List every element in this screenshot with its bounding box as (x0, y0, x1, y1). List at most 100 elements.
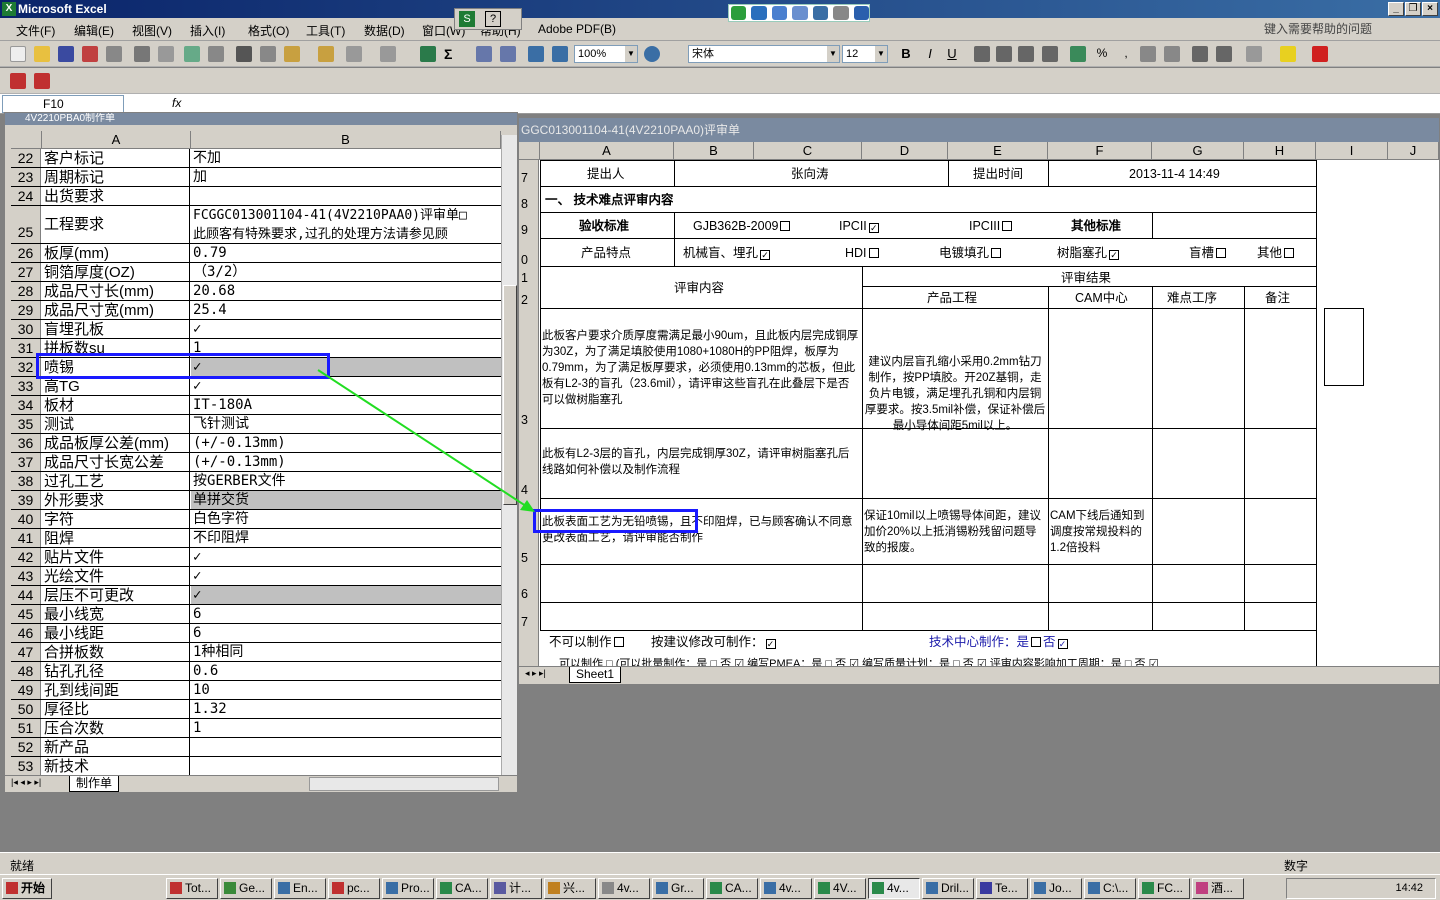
taskbar-item[interactable]: CA... (436, 878, 488, 899)
cell-field-value[interactable]: IT-180A (191, 396, 503, 414)
increase-indent-icon[interactable] (1216, 46, 1232, 62)
gjb-option[interactable]: GJB362B-2009 (693, 218, 792, 234)
cell-field-name[interactable]: 客户标记 (42, 149, 190, 167)
cell-field-value[interactable]: 20.68 (191, 282, 503, 300)
taskbar-item[interactable]: 4v... (598, 878, 650, 899)
checkbox-checked[interactable]: ✓ (1109, 250, 1120, 260)
row-number[interactable]: 26 (11, 244, 41, 262)
taskbar-item[interactable]: En... (274, 878, 326, 899)
font-size-select[interactable]: 12 ▼ (842, 45, 888, 63)
cell-field-name[interactable]: 压合次数 (42, 719, 190, 737)
row-number[interactable]: 36 (11, 434, 41, 452)
cell-field-name[interactable]: 孔到线间距 (42, 681, 190, 699)
row-number[interactable]: 42 (11, 548, 41, 566)
taskbar-item[interactable]: pc... (328, 878, 380, 899)
taskbar-item[interactable]: Jo... (1030, 878, 1082, 899)
review-col-e[interactable]: E (948, 142, 1048, 160)
ime-user-icon[interactable] (833, 6, 849, 20)
tray-clock[interactable]: 14:42 (1286, 878, 1436, 899)
cannot-make-option[interactable]: 不可以制作 (549, 634, 626, 650)
ime-moon-icon[interactable] (771, 6, 788, 20)
cell-field-name[interactable]: 外形要求 (42, 491, 190, 509)
blind-slot-option[interactable]: 盲槽 (1189, 245, 1228, 261)
hdi-option[interactable]: HDI (845, 245, 881, 261)
sort-ascending-icon[interactable] (476, 46, 492, 62)
row-number[interactable]: 47 (11, 643, 41, 661)
ipc3-option[interactable]: IPCIII (969, 218, 1014, 234)
horizontal-scrollbar[interactable] (309, 777, 499, 791)
chart-wizard-icon[interactable] (528, 46, 544, 62)
fill-color-icon[interactable] (1280, 46, 1296, 62)
print-icon[interactable] (134, 46, 150, 62)
new-icon[interactable] (10, 46, 26, 62)
cut-icon[interactable] (236, 46, 252, 62)
research-icon[interactable] (208, 46, 224, 62)
checkbox-unchecked[interactable] (1216, 248, 1227, 258)
pdf-convert-icon[interactable] (10, 73, 26, 89)
cell-field-name[interactable]: 成品尺寸长(mm) (42, 282, 190, 300)
format-painter-icon[interactable] (318, 46, 334, 62)
row-number[interactable]: 49 (11, 681, 41, 699)
cell-field-value[interactable]: 1.32 (191, 700, 503, 718)
help-circle-icon[interactable] (644, 46, 660, 62)
checkbox-checked[interactable]: ✓ (1057, 639, 1068, 649)
review-select-all[interactable] (519, 142, 540, 160)
percent-icon[interactable]: % (1094, 46, 1110, 62)
drawing-icon[interactable] (552, 46, 568, 62)
cell-field-value[interactable]: FCGGC013001104-41(4V2210PAA0)评审单□ 此顾客有特殊要… (191, 206, 503, 243)
taskbar-item[interactable]: 计... (490, 878, 542, 899)
comma-icon[interactable]: , (1118, 46, 1134, 62)
cell-field-value[interactable]: ✓ (191, 586, 503, 604)
checkbox-unchecked[interactable] (1284, 248, 1295, 258)
font-select[interactable]: 宋体 ▼ (688, 45, 840, 63)
ime-punct-icon[interactable] (792, 6, 808, 20)
cell-field-value[interactable]: 25.4 (191, 301, 503, 319)
paste-icon[interactable] (284, 46, 300, 62)
cell-field-value[interactable]: ✓ (191, 320, 503, 338)
row-number[interactable]: 29 (11, 301, 41, 319)
cell-field-value[interactable]: 加 (191, 168, 503, 186)
menu-insert[interactable]: 插入(I) (190, 22, 225, 39)
cell-field-name[interactable]: 厚径比 (42, 700, 190, 718)
fx-icon[interactable]: fx (172, 96, 181, 110)
cell-field-name[interactable]: 最小线宽 (42, 605, 190, 623)
minimize-button[interactable]: _ (1388, 2, 1404, 16)
cell-field-name[interactable]: 最小线距 (42, 624, 190, 642)
cell-field-name[interactable]: 板材 (42, 396, 190, 414)
permission-icon[interactable] (82, 46, 98, 62)
taskbar-item[interactable]: 4v... (760, 878, 812, 899)
row-number[interactable]: 39 (11, 491, 41, 509)
italic-button[interactable]: I (922, 46, 938, 62)
review-col-i[interactable]: I (1316, 142, 1388, 160)
other-option[interactable]: 其他 (1257, 245, 1296, 261)
sogou-icon[interactable]: S (459, 11, 475, 27)
cell-field-name[interactable]: 新产品 (42, 738, 190, 756)
cell-field-name[interactable]: 板厚(mm) (42, 244, 190, 262)
close-button[interactable]: × (1422, 2, 1438, 16)
save-icon[interactable] (58, 46, 74, 62)
menu-format[interactable]: 格式(O) (248, 22, 289, 39)
select-all-corner[interactable] (11, 131, 42, 149)
row-number[interactable]: 22 (11, 149, 41, 167)
cell-field-name[interactable]: 过孔工艺 (42, 472, 190, 490)
cell-field-name[interactable]: 工程要求 (42, 206, 190, 243)
cell-field-name[interactable]: 光绘文件 (42, 567, 190, 585)
scrollbar-thumb[interactable] (503, 285, 517, 505)
row-number[interactable]: 45 (11, 605, 41, 623)
align-left-icon[interactable] (974, 46, 990, 62)
tech-center-option[interactable]: 技术中心制作：是否 ✓ (929, 634, 1070, 650)
checkbox-checked[interactable]: ✓ (868, 223, 879, 233)
taskbar-item[interactable]: Ge... (220, 878, 272, 899)
cell-field-name[interactable]: 新技术 (42, 757, 190, 775)
row-number[interactable]: 48 (11, 662, 41, 680)
increase-decimal-icon[interactable] (1140, 46, 1156, 62)
cell-field-value[interactable] (191, 187, 503, 205)
row-number[interactable]: 28 (11, 282, 41, 300)
ime-tool-icon[interactable] (853, 6, 869, 20)
name-box[interactable]: F10 (2, 95, 124, 113)
cell-field-name[interactable]: 阻焊 (42, 529, 190, 547)
start-button[interactable]: 开始 (2, 878, 52, 899)
undo-icon[interactable] (346, 46, 362, 62)
taskbar-item[interactable]: 4V... (814, 878, 866, 899)
row-number[interactable]: 34 (11, 396, 41, 414)
